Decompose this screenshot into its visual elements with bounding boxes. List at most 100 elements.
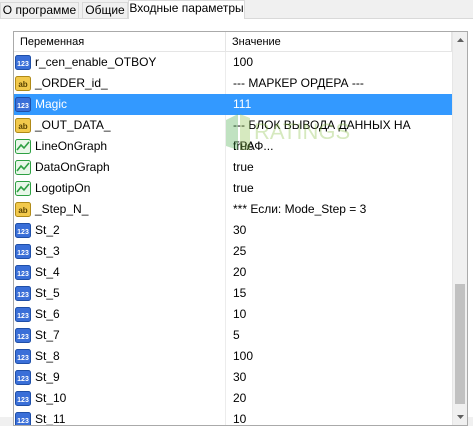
tab-input-parameters[interactable]: Входные параметры xyxy=(128,0,245,19)
parameter-row[interactable]: 123 St_2 30 xyxy=(14,220,452,241)
svg-text:123: 123 xyxy=(17,418,29,425)
parameter-value[interactable]: 111 xyxy=(233,94,251,115)
parameter-value[interactable]: 25 xyxy=(233,241,246,262)
parameter-row[interactable]: 123 St_11 10 xyxy=(14,409,452,426)
tab-common[interactable]: Общие xyxy=(82,2,128,18)
numeric-icon: 123 xyxy=(15,412,31,426)
parameter-row[interactable]: ab_OUT_DATA_--- БЛОК ВЫВОДА ДАННЫХ НА ГР… xyxy=(14,115,452,136)
numeric-icon: 123 xyxy=(15,370,31,385)
svg-text:ab: ab xyxy=(18,122,27,131)
parameter-row[interactable]: DataOnGraph true xyxy=(14,157,452,178)
parameter-value[interactable]: true xyxy=(233,157,254,178)
parameter-name: LogotipOn xyxy=(35,178,90,199)
parameter-name: St_7 xyxy=(35,325,60,346)
parameter-value[interactable]: 10 xyxy=(233,304,246,325)
tab-about-label: О программе xyxy=(3,3,76,17)
parameter-row[interactable]: ab _Step_N_ *** Если: Mode_Step = 3 xyxy=(14,199,452,220)
parameter-row[interactable]: 123 St_7 5 xyxy=(14,325,452,346)
parameter-value[interactable]: 5 xyxy=(233,325,240,346)
parameter-name: LineOnGraph xyxy=(35,136,107,157)
parameter-value[interactable]: --- МАРКЕР ОРДЕРА --- xyxy=(233,73,364,94)
parameter-name: St_6 xyxy=(35,304,60,325)
numeric-icon: 123 xyxy=(15,97,31,112)
parameter-value[interactable]: 15 xyxy=(233,283,246,304)
svg-text:123: 123 xyxy=(17,271,29,278)
parameter-row[interactable]: ab _ORDER_id_ --- МАРКЕР ОРДЕРА --- xyxy=(14,73,452,94)
parameter-row[interactable]: 123 St_8 100 xyxy=(14,346,452,367)
svg-text:ab: ab xyxy=(18,80,27,89)
svg-text:123: 123 xyxy=(17,292,29,299)
tab-common-label: Общие xyxy=(85,3,124,17)
numeric-icon: 123 xyxy=(15,307,31,322)
parameter-row[interactable]: 123 St_5 15 xyxy=(14,283,452,304)
svg-text:123: 123 xyxy=(17,250,29,257)
parameters-grid: Переменная Значение 123 r_cen_enable_OTBO… xyxy=(13,31,468,426)
parameter-name: _ORDER_id_ xyxy=(35,73,108,94)
parameter-value[interactable]: 10 xyxy=(233,409,246,426)
numeric-icon: 123 xyxy=(15,265,31,280)
parameter-value[interactable]: --- БЛОК ВЫВОДА ДАННЫХ НА ГРАФ... xyxy=(233,115,452,136)
numeric-icon: 123 xyxy=(15,328,31,343)
svg-text:123: 123 xyxy=(17,355,29,362)
numeric-icon: 123 xyxy=(15,349,31,364)
text-icon: ab xyxy=(15,118,31,133)
text-icon: ab xyxy=(15,76,31,91)
parameter-name: DataOnGraph xyxy=(35,157,110,178)
parameter-row[interactable]: LineOnGraph true xyxy=(14,136,452,157)
parameter-value[interactable]: *** Если: Mode_Step = 3 xyxy=(233,199,366,220)
column-header-variable[interactable]: Переменная xyxy=(14,32,226,52)
svg-text:ab: ab xyxy=(18,206,27,215)
svg-text:123: 123 xyxy=(17,103,29,110)
tab-strip: О программе Общие Входные параметры xyxy=(0,0,473,18)
parameter-value[interactable]: 30 xyxy=(233,220,246,241)
parameter-name: St_2 xyxy=(35,220,60,241)
numeric-icon: 123 xyxy=(15,223,31,238)
tab-panel: Переменная Значение 123 r_cen_enable_OTBO… xyxy=(0,18,473,417)
parameter-value[interactable]: 20 xyxy=(233,388,246,409)
vertical-scrollbar[interactable] xyxy=(452,32,467,425)
parameter-name: _Step_N_ xyxy=(35,199,88,220)
parameter-row[interactable]: 123 St_4 20 xyxy=(14,262,452,283)
bool-icon xyxy=(15,160,31,175)
grid-header: Переменная Значение xyxy=(14,32,452,52)
parameter-row[interactable]: 123 St_10 20 xyxy=(14,388,452,409)
svg-text:123: 123 xyxy=(17,376,29,383)
parameter-name: St_10 xyxy=(35,388,66,409)
numeric-icon: 123 xyxy=(15,391,31,406)
parameter-name: St_8 xyxy=(35,346,60,367)
parameter-row[interactable]: 123 St_9 30 xyxy=(14,367,452,388)
parameter-row[interactable]: 123 r_cen_enable_OTBOY 100 xyxy=(14,52,452,73)
numeric-icon: 123 xyxy=(15,244,31,259)
parameter-row[interactable]: 123 St_6 10 xyxy=(14,304,452,325)
parameter-value[interactable]: 100 xyxy=(233,52,253,73)
svg-text:123: 123 xyxy=(17,313,29,320)
parameter-name: St_5 xyxy=(35,283,60,304)
numeric-icon: 123 xyxy=(15,55,31,70)
parameter-value[interactable]: 30 xyxy=(233,367,246,388)
parameter-name: St_3 xyxy=(35,241,60,262)
parameter-name: Magic xyxy=(35,94,67,115)
parameter-value[interactable]: 100 xyxy=(233,346,253,367)
scroll-up-arrow-icon[interactable] xyxy=(453,32,468,49)
parameter-name: St_4 xyxy=(35,262,60,283)
svg-text:123: 123 xyxy=(17,334,29,341)
parameter-name: St_9 xyxy=(35,367,60,388)
parameter-name: r_cen_enable_OTBOY xyxy=(35,52,156,73)
parameter-value[interactable]: 20 xyxy=(233,262,246,283)
bool-icon xyxy=(15,139,31,154)
scrollbar-thumb[interactable] xyxy=(455,284,465,404)
parameter-row[interactable]: 123 Magic 111 xyxy=(14,94,452,115)
tab-input-parameters-label: Входные параметры xyxy=(129,1,243,15)
parameter-value[interactable]: true xyxy=(233,178,254,199)
parameter-row[interactable]: LogotipOn true xyxy=(14,178,452,199)
svg-text:123: 123 xyxy=(17,61,29,68)
numeric-icon: 123 xyxy=(15,286,31,301)
column-header-value[interactable]: Значение xyxy=(226,32,452,52)
parameter-row[interactable]: 123 St_3 25 xyxy=(14,241,452,262)
parameter-value[interactable]: true xyxy=(233,136,254,157)
svg-text:123: 123 xyxy=(17,397,29,404)
svg-text:123: 123 xyxy=(17,229,29,236)
parameter-name: St_11 xyxy=(35,409,65,426)
tab-about[interactable]: О программе xyxy=(0,2,79,18)
text-icon: ab xyxy=(15,202,31,217)
